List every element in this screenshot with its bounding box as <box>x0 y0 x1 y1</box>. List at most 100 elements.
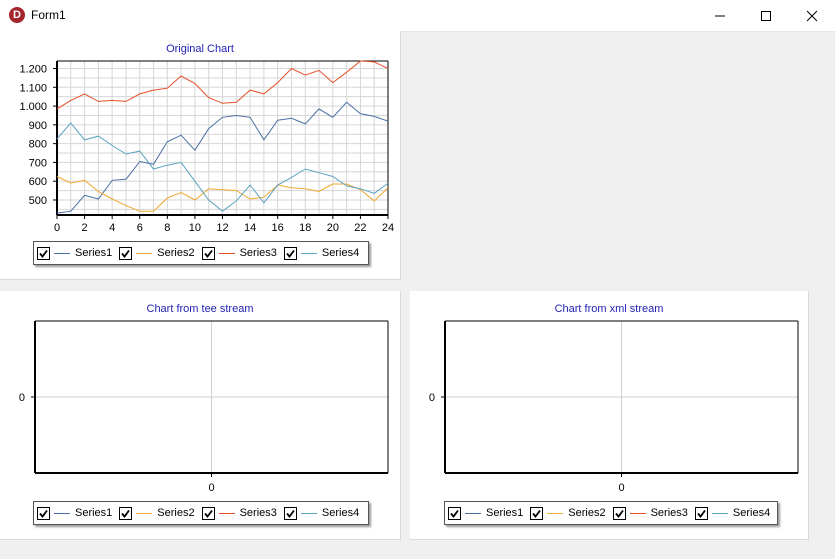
close-button[interactable] <box>789 0 835 31</box>
chart-legend: Series1 Series2 Series3 Series4 <box>444 501 778 525</box>
checkmark-icon <box>450 509 459 518</box>
series-visibility-checkbox[interactable] <box>612 506 626 520</box>
legend-item-series1[interactable]: Series1 <box>37 246 113 260</box>
legend-item-series4[interactable]: Series4 <box>283 246 360 260</box>
legend-line-swatch <box>218 512 235 514</box>
legend-item-series4[interactable]: Series4 <box>694 506 771 520</box>
x-tick-label: 16 <box>272 222 284 234</box>
y-tick-label: 0 <box>19 392 25 404</box>
legend-label: Series3 <box>239 247 277 259</box>
legend-label: Series2 <box>157 507 195 519</box>
checkmark-icon <box>614 509 624 518</box>
xml-stream-chart-plot: 00 <box>429 320 799 494</box>
checkmark-icon <box>39 249 48 258</box>
legend-item-series3[interactable]: Series3 <box>201 246 277 260</box>
legend-label: Series3 <box>239 507 277 519</box>
series-visibility-checkbox[interactable] <box>283 246 297 260</box>
x-tick-label: 14 <box>244 222 256 234</box>
x-tick-label: 18 <box>299 222 311 234</box>
window-title: Form1 <box>31 8 66 22</box>
legend-label: Series1 <box>486 507 524 519</box>
xml-stream-chart-panel: Chart from xml stream 00 Series1 Series2 S… <box>410 291 809 540</box>
y-tick-label: 700 <box>29 157 47 169</box>
legend-line-swatch <box>465 512 481 514</box>
legend-label: Series3 <box>650 507 688 519</box>
x-tick-label: 6 <box>137 222 143 234</box>
checkmark-icon <box>39 509 48 518</box>
legend-line-swatch <box>218 252 235 254</box>
x-tick-label: 0 <box>208 482 214 494</box>
chart-legend: Series1 Series2 Series3 Series4 <box>33 501 369 525</box>
legend-label: Series1 <box>75 247 113 259</box>
x-tick-label: 24 <box>382 222 394 234</box>
series-visibility-checkbox[interactable] <box>37 506 50 520</box>
legend-item-series1[interactable]: Series1 <box>448 506 524 520</box>
checkmark-icon <box>532 509 542 518</box>
legend-line-swatch <box>136 252 153 254</box>
legend-line-swatch <box>711 512 728 514</box>
series-visibility-checkbox[interactable] <box>201 506 215 520</box>
legend-line-swatch <box>54 512 70 514</box>
y-tick-label: 900 <box>29 120 47 132</box>
x-tick-label: 20 <box>327 222 339 234</box>
legend-label: Series1 <box>75 507 113 519</box>
checkmark-icon <box>286 509 295 518</box>
legend-label: Series4 <box>321 247 360 259</box>
checkmark-icon <box>286 249 295 258</box>
legend-label: Series4 <box>732 507 771 519</box>
series-visibility-checkbox[interactable] <box>37 246 50 260</box>
maximize-button[interactable] <box>743 0 789 31</box>
y-tick-label: 0 <box>429 392 435 404</box>
legend-item-series4[interactable]: Series4 <box>283 506 360 520</box>
legend-label: Series2 <box>157 247 195 259</box>
legend-line-swatch <box>547 512 564 514</box>
legend-item-series3[interactable]: Series3 <box>201 506 277 520</box>
legend-label: Series4 <box>321 507 360 519</box>
checkmark-icon <box>121 249 131 258</box>
legend-line-swatch <box>300 512 317 514</box>
series-visibility-checkbox[interactable] <box>694 506 708 520</box>
legend-line-swatch <box>300 252 317 254</box>
legend-item-series2[interactable]: Series2 <box>119 506 195 520</box>
checkmark-icon <box>203 509 213 518</box>
original-chart-panel: Original Chart 500 600 700 800 900 1.000 1.100… <box>0 31 401 280</box>
tee-stream-chart-plot: 00 <box>19 320 389 494</box>
x-tick-label: 12 <box>216 222 228 234</box>
series-visibility-checkbox[interactable] <box>201 246 215 260</box>
series-visibility-checkbox[interactable] <box>530 506 544 520</box>
y-tick-label: 500 <box>29 195 47 207</box>
original-chart-plot: 5006007008009001.0001.1001.2000 2 4 6 8 10 12 1… <box>19 60 394 234</box>
app-logo-icon: D <box>9 7 25 23</box>
legend-item-series1[interactable]: Series1 <box>37 506 113 520</box>
legend-line-swatch <box>629 512 646 514</box>
legend-item-series2[interactable]: Series2 <box>119 246 195 260</box>
y-tick-label: 1.100 <box>19 82 47 94</box>
legend-item-series2[interactable]: Series2 <box>530 506 606 520</box>
legend-line-swatch <box>136 512 153 514</box>
y-tick-label: 800 <box>29 139 47 151</box>
y-tick-label: 600 <box>29 176 47 188</box>
series-visibility-checkbox[interactable] <box>119 246 133 260</box>
x-tick-label: 2 <box>82 222 88 234</box>
series-visibility-checkbox[interactable] <box>448 506 461 520</box>
close-icon <box>806 10 818 21</box>
x-tick-label: 0 <box>54 222 60 234</box>
legend-line-swatch <box>54 252 70 254</box>
series-visibility-checkbox[interactable] <box>283 506 297 520</box>
x-tick-label: 4 <box>109 222 115 234</box>
legend-label: Series2 <box>568 507 606 519</box>
x-tick-label: 10 <box>189 222 201 234</box>
checkmark-icon <box>697 509 706 518</box>
y-tick-label: 1.000 <box>19 101 47 113</box>
minimize-button[interactable] <box>697 0 743 31</box>
tee-stream-chart-panel: Chart from tee stream 00 Series1 Series2 S… <box>0 291 401 540</box>
title-bar: D Form1 <box>0 0 835 32</box>
x-tick-label: 0 <box>618 482 624 494</box>
chart-legend: Series1 Series2 Series3 Series4 <box>33 241 369 265</box>
checkmark-icon <box>121 509 131 518</box>
maximize-icon <box>761 10 771 21</box>
series-visibility-checkbox[interactable] <box>119 506 133 520</box>
legend-item-series3[interactable]: Series3 <box>612 506 688 520</box>
checkmark-icon <box>203 249 213 258</box>
minimize-icon <box>715 15 725 16</box>
